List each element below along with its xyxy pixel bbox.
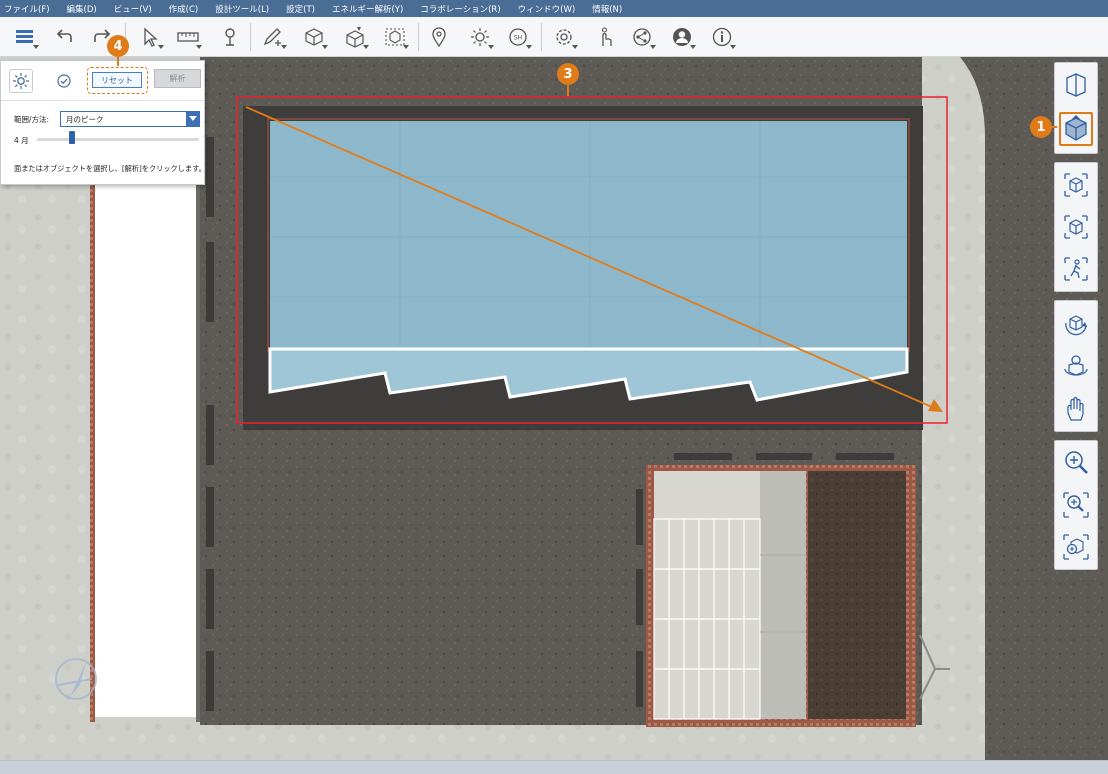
- select-icon[interactable]: [135, 24, 165, 50]
- menu-item-0[interactable]: ファイル(F): [4, 3, 50, 15]
- month-label: 4 月: [14, 136, 29, 145]
- zoom-extents-icon[interactable]: [1059, 488, 1093, 522]
- menu-item-2[interactable]: ビュー(V): [114, 3, 152, 15]
- orbit-around-icon[interactable]: [1059, 349, 1093, 383]
- pencil-add-icon[interactable]: [258, 24, 288, 50]
- instruction-text: 面またはオブジェクトを選択し、[解析]をクリックします。: [14, 164, 206, 173]
- gesture-icon[interactable]: [590, 24, 620, 50]
- range-method-select[interactable]: 月のピーク: [60, 111, 200, 127]
- layers-icon[interactable]: [10, 24, 40, 50]
- box-frame-icon[interactable]: [380, 24, 410, 50]
- view-toolbar-group-3: [1054, 300, 1098, 432]
- share-icon[interactable]: [627, 24, 657, 50]
- undo-icon[interactable]: [50, 24, 80, 50]
- info-icon[interactable]: [707, 24, 737, 50]
- pool-water: [270, 121, 907, 349]
- zoom-object-icon[interactable]: [1059, 210, 1093, 244]
- month-slider-track[interactable]: [37, 138, 199, 141]
- menu-item-9[interactable]: 情報(N): [592, 3, 622, 15]
- settings-icon[interactable]: [549, 24, 579, 50]
- location-icon[interactable]: [424, 24, 454, 50]
- measure-icon[interactable]: [173, 24, 203, 50]
- pan-hand-icon[interactable]: [1059, 392, 1093, 426]
- menu-bar: ファイル(F) 編集(D) ビュー(V) 作成(C) 設計ツール(L) 設定(T) エネルギ…: [0, 0, 1108, 17]
- white-strip: [95, 137, 197, 717]
- box-add-icon[interactable]: [299, 24, 329, 50]
- view-toolbar-group-4: [1054, 440, 1098, 570]
- sun-analysis-panel: リセット 解析 範囲/方法: 月のピーク 4 月 面またはオブジェクトを選択し、…: [0, 60, 206, 185]
- box-edit-icon[interactable]: [340, 24, 370, 50]
- menu-item-7[interactable]: コラボレーション(R): [420, 3, 500, 15]
- chevron-down-icon[interactable]: [186, 112, 199, 126]
- range-method-value: 月のピーク: [66, 115, 104, 124]
- menu-item-8[interactable]: ウィンドウ(W): [518, 3, 576, 15]
- check-icon[interactable]: [57, 74, 71, 88]
- callout-badge-4: 4: [107, 35, 129, 57]
- sun-icon[interactable]: [465, 24, 495, 50]
- callout-badge-1: 1: [1030, 116, 1052, 138]
- sun-hours-icon[interactable]: SH: [503, 24, 533, 50]
- section-view-icon[interactable]: [1059, 68, 1093, 102]
- sun-hours-label: SH: [514, 35, 522, 42]
- callout-badge-3: 3: [557, 63, 579, 85]
- sun-settings-button[interactable]: [9, 69, 33, 93]
- range-method-label: 範囲/方法:: [14, 115, 50, 124]
- zoom-fit-icon[interactable]: [1059, 530, 1093, 564]
- menu-item-3[interactable]: 作成(C): [169, 3, 199, 15]
- view-toolbar-group-1: [1054, 62, 1098, 154]
- zoom-box-icon[interactable]: [1059, 168, 1093, 202]
- pin-tool-icon[interactable]: [215, 24, 245, 50]
- top-view-icon[interactable]: [1059, 112, 1093, 146]
- status-bar: [0, 760, 1108, 774]
- menu-item-4[interactable]: 設計ツール(L): [215, 3, 269, 15]
- account-icon[interactable]: [667, 24, 697, 50]
- menu-item-1[interactable]: 編集(D): [67, 3, 97, 15]
- month-slider-thumb[interactable]: [69, 131, 76, 144]
- orbit-icon[interactable]: [1059, 306, 1093, 340]
- view-toolbar-group-2: [1054, 162, 1098, 292]
- menu-item-5[interactable]: 設定(T): [286, 3, 315, 15]
- main-toolbar: SH: [0, 17, 1108, 57]
- menu-item-6[interactable]: エネルギー解析(Y): [332, 3, 403, 15]
- walk-icon[interactable]: [1059, 252, 1093, 286]
- zoom-in-icon[interactable]: [1059, 446, 1093, 480]
- reset-button[interactable]: リセット: [92, 72, 142, 88]
- reset-highlight: リセット: [87, 67, 148, 94]
- sun-settings-icon: [13, 73, 29, 89]
- panel-header: リセット 解析: [1, 61, 204, 101]
- analyze-button[interactable]: 解析: [154, 69, 201, 88]
